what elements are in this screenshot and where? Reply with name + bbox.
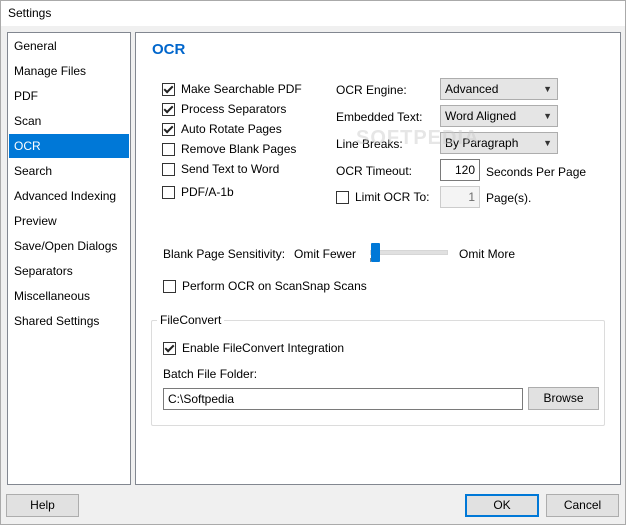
sidebar-item-scan[interactable]: Scan (9, 109, 129, 133)
send-text-to-word-checkbox[interactable] (162, 162, 175, 176)
make-searchable-pdf-option[interactable]: Make Searchable PDF (162, 81, 302, 97)
help-button[interactable]: Help (6, 494, 79, 517)
line-breaks-select[interactable]: By Paragraph ▼ (440, 132, 558, 154)
title-bar: Settings (0, 0, 626, 26)
line-breaks-value: By Paragraph (445, 136, 519, 150)
auto-rotate-pages-checkbox[interactable] (162, 122, 175, 136)
send-text-to-word-option[interactable]: Send Text to Word (162, 161, 279, 177)
settings-sidebar: General Manage Files PDF Scan OCR Search… (7, 32, 131, 485)
sidebar-item-general[interactable]: General (9, 34, 129, 58)
limit-ocr-label: Limit OCR To: (355, 190, 430, 204)
ocr-engine-label: OCR Engine: (336, 83, 407, 97)
enable-fileconvert-label: Enable FileConvert Integration (182, 341, 345, 355)
ocr-engine-select[interactable]: Advanced ▼ (440, 78, 558, 100)
sidebar-item-save-open-dialogs[interactable]: Save/Open Dialogs (9, 234, 129, 258)
remove-blank-pages-option[interactable]: Remove Blank Pages (162, 141, 296, 157)
embedded-text-value: Word Aligned (445, 109, 517, 123)
sidebar-item-search[interactable]: Search (9, 159, 129, 183)
window-title: Settings (8, 6, 52, 20)
cancel-button[interactable]: Cancel (546, 494, 619, 517)
process-separators-checkbox[interactable] (162, 102, 175, 116)
pdfa-checkbox[interactable] (162, 185, 175, 199)
enable-fileconvert-option[interactable]: Enable FileConvert Integration (163, 340, 344, 356)
process-separators-label: Process Separators (181, 102, 287, 116)
sidebar-item-advanced-indexing[interactable]: Advanced Indexing (9, 184, 129, 208)
blank-sensitivity-label: Blank Page Sensitivity: (163, 247, 286, 261)
auto-rotate-pages-label: Auto Rotate Pages (181, 122, 282, 136)
limit-ocr-pages-input[interactable]: 1 (440, 186, 480, 208)
sidebar-item-pdf[interactable]: PDF (9, 84, 129, 108)
process-separators-option[interactable]: Process Separators (162, 101, 286, 117)
line-breaks-label: Line Breaks: (336, 137, 403, 151)
embedded-text-label: Embedded Text: (336, 110, 423, 124)
sidebar-item-shared-settings[interactable]: Shared Settings (9, 309, 129, 333)
ocr-engine-value: Advanced (445, 82, 499, 96)
scansnap-ocr-label: Perform OCR on ScanSnap Scans (182, 279, 367, 293)
sidebar-item-separators[interactable]: Separators (9, 259, 129, 283)
fileconvert-group-title: FileConvert (157, 313, 225, 327)
browse-button[interactable]: Browse (528, 387, 599, 410)
slider-thumb[interactable] (371, 243, 381, 262)
send-text-to-word-label: Send Text to Word (181, 162, 280, 176)
embedded-text-select[interactable]: Word Aligned ▼ (440, 105, 558, 127)
sidebar-item-preview[interactable]: Preview (9, 209, 129, 233)
chevron-down-icon: ▼ (543, 84, 552, 94)
pdfa-option[interactable]: PDF/A-1b (162, 184, 234, 200)
ocr-settings-panel: OCR Make Searchable PDF Process Separato… (135, 32, 621, 485)
scansnap-ocr-option[interactable]: Perform OCR on ScanSnap Scans (163, 278, 367, 294)
chevron-down-icon: ▼ (543, 138, 552, 148)
sidebar-item-ocr[interactable]: OCR (9, 134, 129, 158)
sidebar-item-miscellaneous[interactable]: Miscellaneous (9, 284, 129, 308)
slider-track (370, 250, 448, 255)
scansnap-ocr-checkbox[interactable] (163, 279, 176, 293)
ocr-timeout-label: OCR Timeout: (336, 164, 413, 178)
blank-sensitivity-min-label: Omit Fewer (294, 247, 357, 261)
batch-file-folder-label: Batch File Folder: (163, 367, 258, 381)
remove-blank-pages-checkbox[interactable] (162, 142, 175, 156)
enable-fileconvert-checkbox[interactable] (163, 341, 176, 355)
batch-file-folder-input[interactable]: C:\Softpedia (163, 388, 523, 410)
limit-ocr-option[interactable]: Limit OCR To: (336, 189, 429, 205)
make-searchable-pdf-label: Make Searchable PDF (181, 82, 302, 96)
pdfa-label: PDF/A-1b (181, 185, 234, 199)
ok-button[interactable]: OK (465, 494, 539, 517)
page-title: OCR (152, 41, 186, 58)
blank-sensitivity-max-label: Omit More (459, 247, 516, 261)
ocr-timeout-input[interactable]: 120 (440, 159, 480, 181)
fileconvert-group: FileConvert Enable FileConvert Integrati… (151, 313, 605, 426)
remove-blank-pages-label: Remove Blank Pages (181, 142, 297, 156)
limit-ocr-checkbox[interactable] (336, 190, 349, 204)
limit-ocr-unit: Page(s). (486, 191, 532, 205)
ocr-timeout-unit: Seconds Per Page (486, 165, 587, 179)
make-searchable-pdf-checkbox[interactable] (162, 82, 175, 96)
chevron-down-icon: ▼ (543, 111, 552, 121)
auto-rotate-pages-option[interactable]: Auto Rotate Pages (162, 121, 282, 137)
sidebar-item-manage-files[interactable]: Manage Files (9, 59, 129, 83)
